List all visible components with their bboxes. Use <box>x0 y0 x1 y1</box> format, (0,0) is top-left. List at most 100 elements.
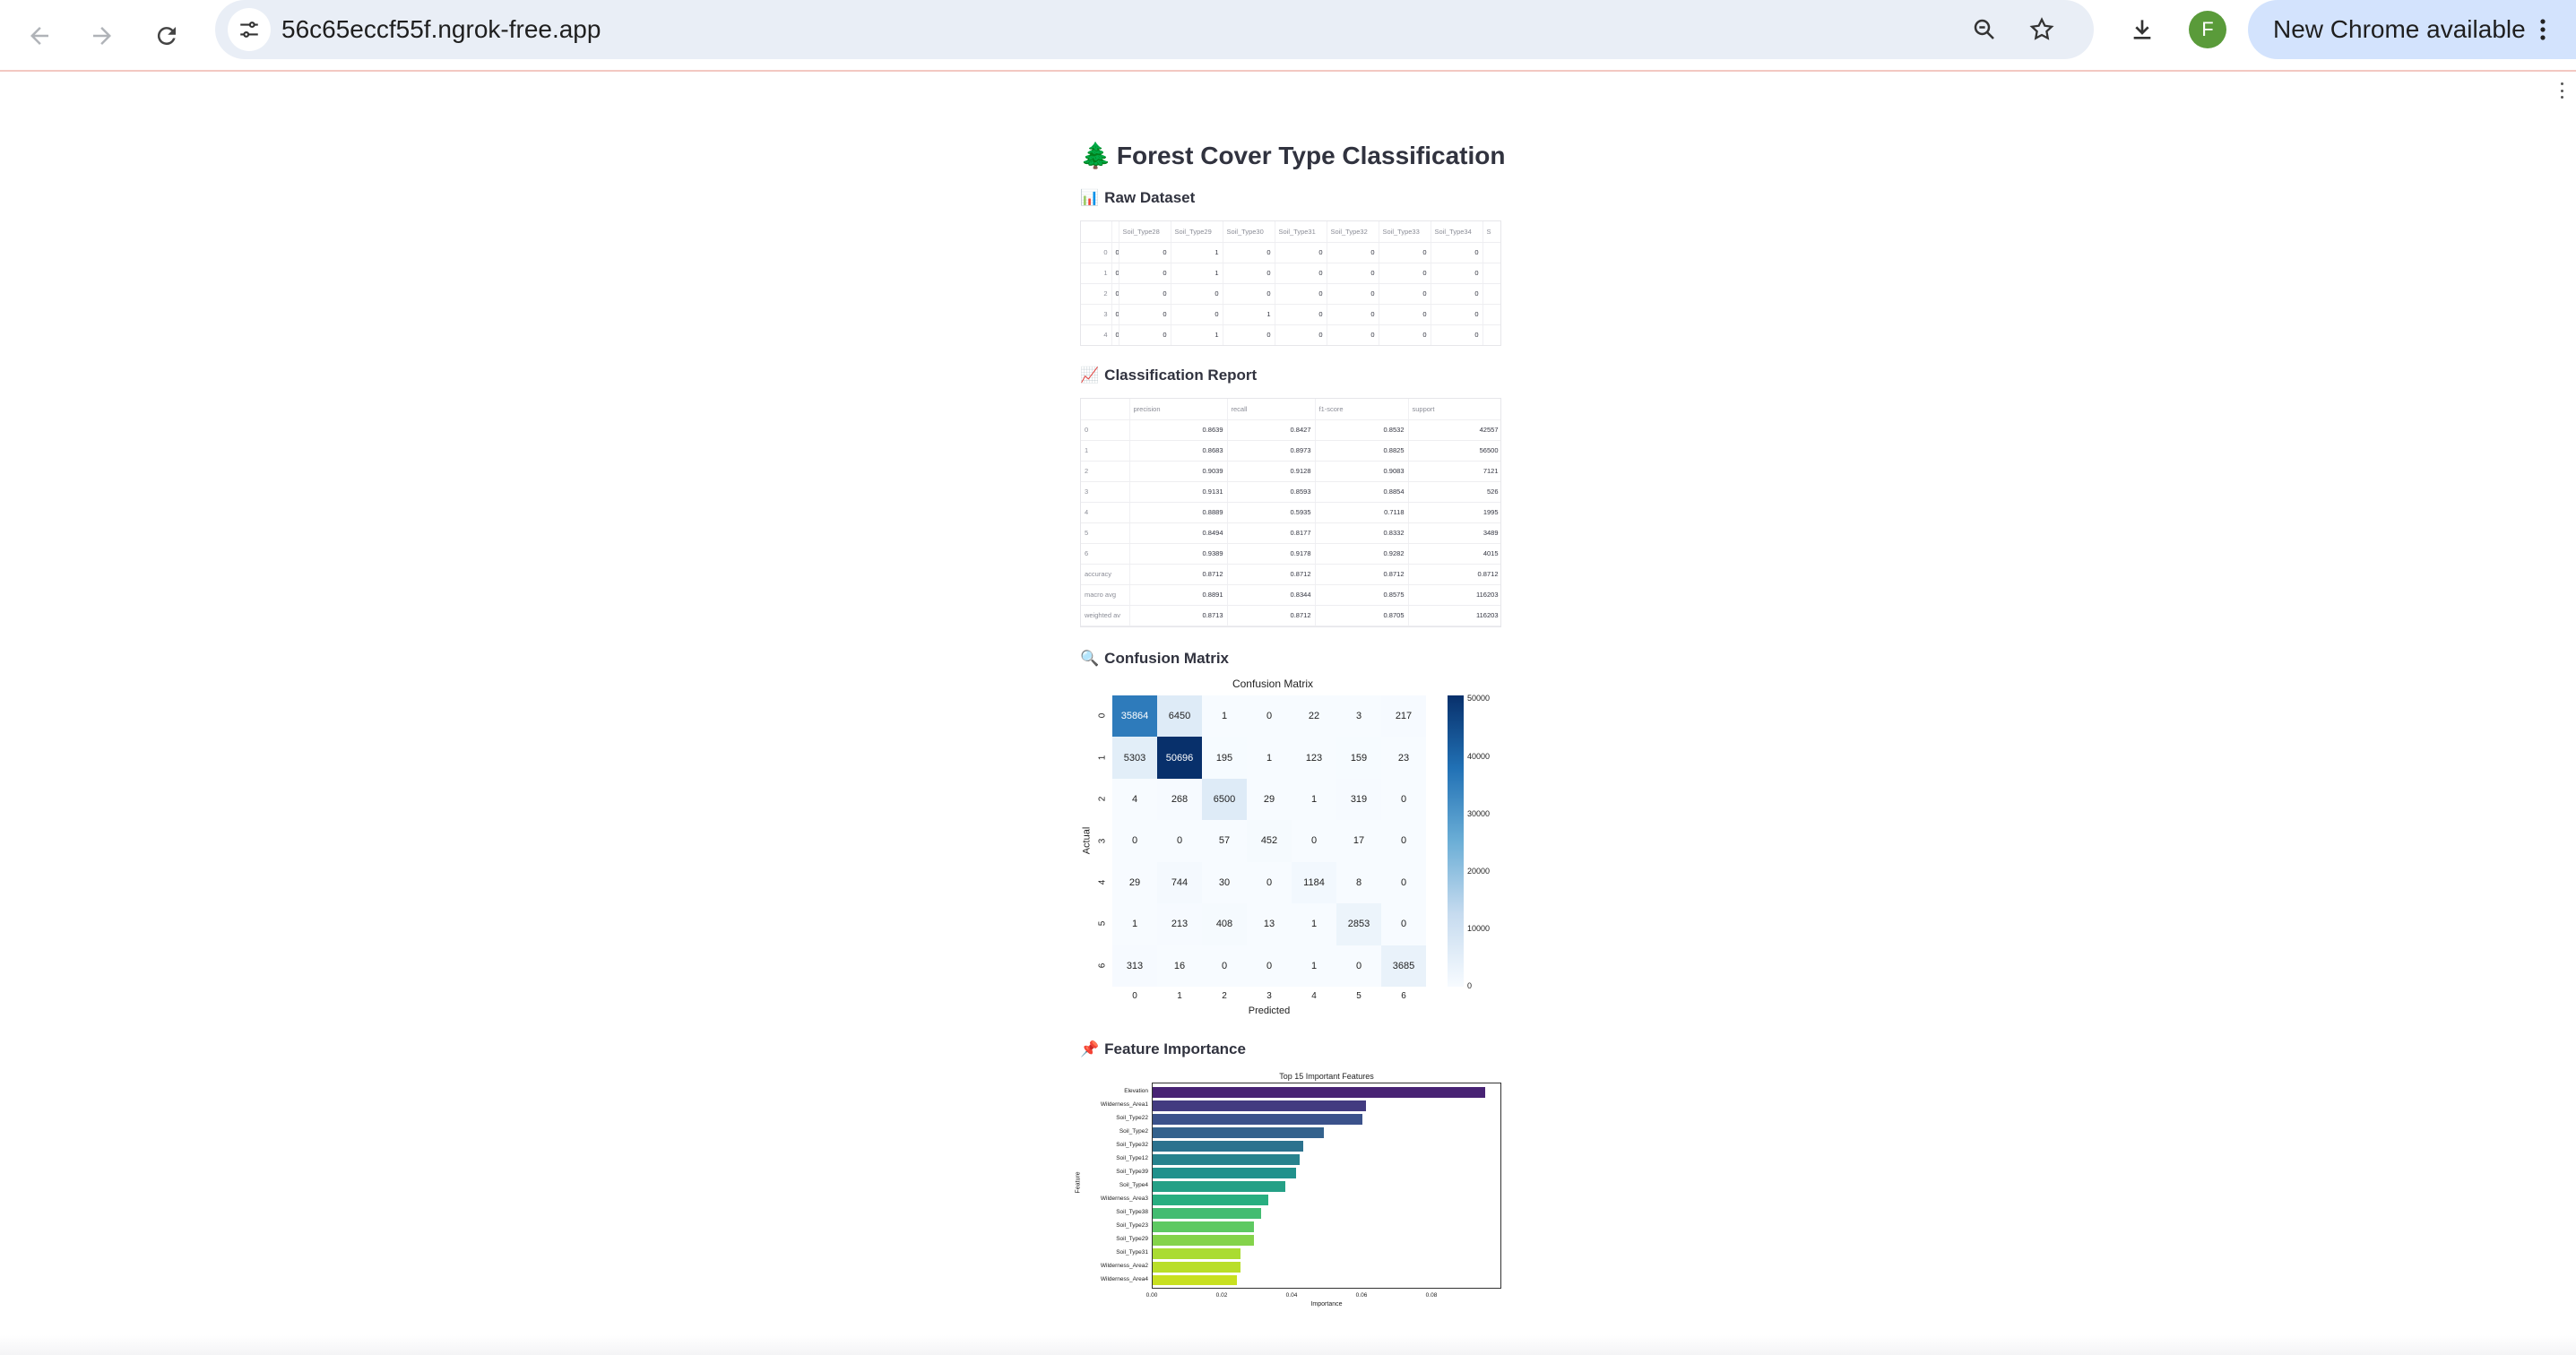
feature-label: Wilderness_Area3 <box>1100 1195 1148 1202</box>
table-cell: 1 <box>1171 242 1223 263</box>
table-cell: 0.8705 <box>1315 605 1409 626</box>
table-cell: 0.8332 <box>1315 522 1409 544</box>
table-cell: 0.9389 <box>1129 543 1228 565</box>
x-tick-label: 0 <box>1132 991 1137 1001</box>
table-cell: 0.8177 <box>1227 522 1316 544</box>
browser-toolbar: 56c65eccf55f.ngrok-free.app F New Chrome… <box>0 0 2576 72</box>
table-cell: 116203 <box>1408 605 1500 626</box>
heatmap-cell: 123 <box>1292 737 1336 779</box>
table-cell: 7121 <box>1408 461 1500 482</box>
row-index: 1 <box>1081 440 1130 462</box>
table-cell: 0.8713 <box>1129 605 1228 626</box>
table-cell: 1 <box>1223 304 1275 325</box>
heatmap-cell: 217 <box>1381 695 1426 738</box>
table-cell: 0.8344 <box>1227 584 1316 606</box>
heatmap-cell: 4 <box>1112 778 1157 821</box>
table-cell: 0 <box>1379 324 1431 345</box>
row-index: 6 <box>1081 543 1130 565</box>
column-header[interactable]: Soil_Type30 <box>1223 221 1275 243</box>
table-cell: 0 <box>1223 283 1275 305</box>
row-index: 4 <box>1081 502 1130 523</box>
raw-dataset-table[interactable]: Soil_Type28 Soil_Type29 Soil_Type30 Soil_Ty… <box>1080 220 1501 346</box>
profile-avatar[interactable]: F <box>2189 11 2226 48</box>
y-tick-label: 5 <box>1097 921 1108 927</box>
column-header[interactable]: Soil_Type33 <box>1379 221 1431 243</box>
feature-bar <box>1153 1168 1296 1179</box>
chrome-update-button[interactable]: New Chrome available <box>2248 0 2576 59</box>
feature-label: Wilderness_Area1 <box>1100 1101 1148 1109</box>
feature-label: Soil_Type12 <box>1116 1155 1148 1162</box>
column-header[interactable]: S <box>1482 221 1500 243</box>
feature-bar <box>1153 1127 1325 1139</box>
back-icon <box>30 27 48 45</box>
address-bar[interactable]: 56c65eccf55f.ngrok-free.app <box>215 0 2094 59</box>
table-cell: 0 <box>1223 263 1275 284</box>
colorbar-tick-label: 0 <box>1467 981 1473 990</box>
column-header[interactable] <box>1081 221 1112 243</box>
heatmap-cell: 0 <box>1247 945 1292 987</box>
table-cell: 0 <box>1171 304 1223 325</box>
table-cell: 0 <box>1111 324 1119 345</box>
column-header[interactable]: Soil_Type29 <box>1171 221 1223 243</box>
downloads-button[interactable] <box>2121 8 2164 51</box>
table-cell: 0 <box>1119 304 1171 325</box>
reload-button[interactable] <box>142 11 192 61</box>
heatmap-cell: 1 <box>1292 778 1336 821</box>
feature-bar <box>1153 1154 1300 1166</box>
column-header[interactable]: f1-score <box>1315 399 1409 420</box>
table-cell: 0 <box>1111 283 1119 305</box>
column-header[interactable] <box>1111 221 1119 243</box>
x-tick-label: 5 <box>1356 991 1361 1001</box>
table-row: 5 0.8494 0.8177 0.8332 3489 <box>1081 522 1500 544</box>
heatmap-cell: 1 <box>1247 737 1292 779</box>
column-header[interactable]: Soil_Type28 <box>1119 221 1171 243</box>
app-menu-icon[interactable] <box>2556 82 2567 99</box>
kebab-icon <box>2529 11 2556 48</box>
colorbar-tick-label: 20000 <box>1467 866 1491 876</box>
feature-label: Soil_Type23 <box>1116 1221 1148 1229</box>
heatmap-cell: 2853 <box>1336 903 1381 945</box>
update-label: New Chrome available <box>2273 15 2526 43</box>
section-classification-report-label: Classification Report <box>1104 367 1258 384</box>
table-cell: 0 <box>1275 242 1327 263</box>
table-cell: 526 <box>1408 481 1500 503</box>
column-header[interactable]: Soil_Type31 <box>1275 221 1327 243</box>
heatmap-cell: 29 <box>1247 778 1292 821</box>
table-row: 200000000 <box>1081 283 1500 305</box>
column-header[interactable]: recall <box>1227 399 1316 420</box>
column-header[interactable]: Soil_Type34 <box>1431 221 1483 243</box>
section-classification-report: 📈 Classification Report <box>1080 366 1257 385</box>
table-cell: 0.8712 <box>1129 564 1228 585</box>
heatmap-cell: 0 <box>1112 820 1157 862</box>
heatmap-cell: 313 <box>1112 945 1157 987</box>
site-info-button[interactable] <box>228 8 271 51</box>
feature-bar <box>1153 1114 1362 1126</box>
heatmap-cell: 0 <box>1381 903 1426 945</box>
zoom-button[interactable] <box>1963 8 2006 51</box>
heatmap-cell: 3 <box>1336 695 1381 738</box>
feature-label: Soil_Type39 <box>1116 1169 1148 1176</box>
tree-icon: 🌲 <box>1080 142 1111 169</box>
x-axis-label: Predicted <box>1248 1005 1291 1016</box>
table-cell: 0.8712 <box>1227 564 1316 585</box>
table-cell <box>1482 263 1500 284</box>
column-header[interactable]: Soil_Type32 <box>1327 221 1379 243</box>
column-header[interactable]: precision <box>1129 399 1228 420</box>
forward-button[interactable] <box>77 11 127 61</box>
url-text[interactable]: 56c65eccf55f.ngrok-free.app <box>281 14 601 45</box>
back-button[interactable] <box>14 11 65 61</box>
table-row: weighted av 0.8713 0.8712 0.8705 116203 <box>1081 605 1500 626</box>
column-header[interactable] <box>1081 399 1130 420</box>
page-title-text: Forest Cover Type Classification <box>1116 142 1506 169</box>
classification-report-table[interactable]: precision recall f1-score support 0 0.8639 0.… <box>1080 398 1501 627</box>
table-cell: 0 <box>1119 324 1171 345</box>
table-row: 1 0.8683 0.8973 0.8825 56500 <box>1081 440 1500 462</box>
table-cell: 0.8712 <box>1315 564 1409 585</box>
heatmap-cell: 50696 <box>1157 737 1202 779</box>
heatmap-cell: 23 <box>1381 737 1426 779</box>
table-cell: 42557 <box>1408 419 1500 441</box>
column-header[interactable]: support <box>1408 399 1500 420</box>
bookmark-button[interactable] <box>2020 8 2063 51</box>
section-confusion-matrix-label: Confusion Matrix <box>1104 650 1230 667</box>
forward-icon <box>93 27 111 45</box>
